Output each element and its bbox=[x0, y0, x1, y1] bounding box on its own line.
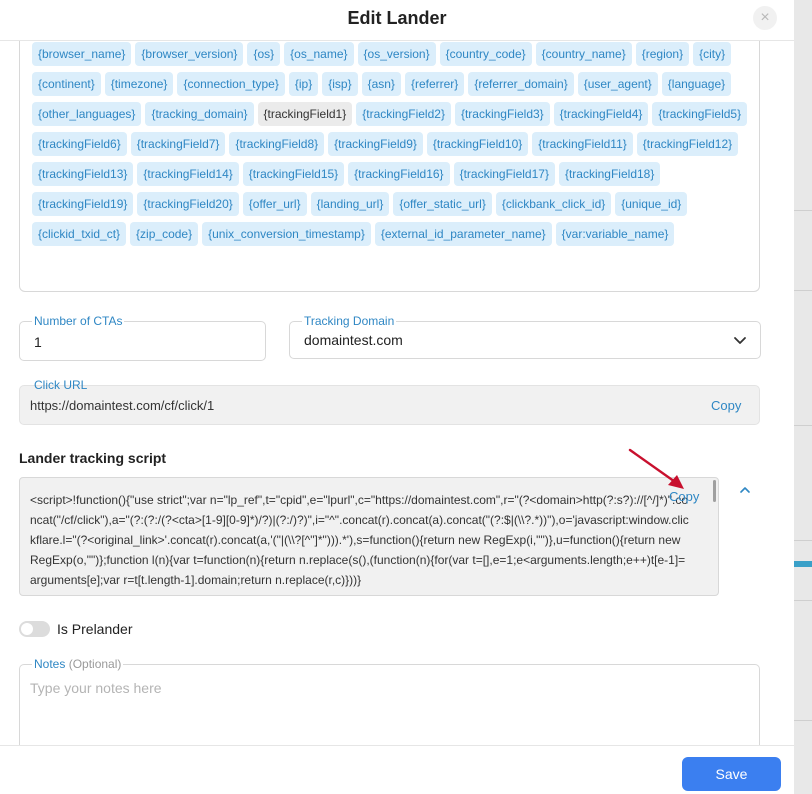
token-chip[interactable]: {trackingField6} bbox=[32, 132, 127, 156]
modal-title: Edit Lander bbox=[347, 8, 447, 28]
token-chip[interactable]: {timezone} bbox=[104, 72, 174, 96]
tracking-script-box[interactable]: <script>!function(){"use strict";var n="… bbox=[19, 477, 719, 596]
token-chip[interactable]: {browser_version} bbox=[135, 42, 244, 66]
modal-header: Edit Lander × bbox=[0, 0, 794, 41]
token-chip[interactable]: {trackingField8} bbox=[229, 132, 325, 156]
tracking-domain-value[interactable]: domaintest.com bbox=[304, 332, 403, 348]
token-chip[interactable]: {unix_conversion_timestamp} bbox=[202, 222, 371, 246]
token-chip[interactable]: {var:variable_name} bbox=[555, 222, 675, 246]
click-url-label: Click URL bbox=[34, 378, 88, 392]
token-chip[interactable]: {trackingField2} bbox=[356, 102, 451, 126]
placeholder-tokens-panel: {browser_name} {browser_version} {os} {os_n… bbox=[19, 30, 760, 292]
token-chip[interactable]: {trackingField20} bbox=[137, 192, 239, 216]
token-chip[interactable]: {city} bbox=[693, 42, 732, 66]
token-list: {browser_name} {browser_version} {os} {os_n… bbox=[32, 42, 752, 252]
token-chip[interactable]: {unique_id} bbox=[615, 192, 688, 216]
number-of-ctas-field[interactable]: Number of CTAs 1 bbox=[19, 314, 266, 361]
token-chip[interactable]: {user_agent} bbox=[577, 72, 658, 96]
token-chip[interactable]: {browser_name} bbox=[32, 42, 132, 66]
chevron-down-icon[interactable] bbox=[732, 332, 748, 348]
token-chip[interactable]: {os_version} bbox=[357, 42, 436, 66]
notes-label-text: Notes bbox=[34, 657, 66, 671]
token-chip[interactable]: {offer_url} bbox=[242, 192, 307, 216]
toggle-knob bbox=[21, 623, 33, 635]
close-icon[interactable]: × bbox=[753, 6, 777, 30]
modal-footer: Save bbox=[0, 745, 794, 794]
red-arrow-annotation-icon bbox=[628, 448, 684, 489]
token-chip[interactable]: {trackingField18} bbox=[558, 162, 661, 186]
script-scrollbar[interactable] bbox=[713, 480, 716, 502]
number-of-ctas-label: Number of CTAs bbox=[32, 314, 125, 328]
token-chip[interactable]: {other_languages} bbox=[32, 102, 142, 126]
lander-tracking-script-heading: Lander tracking script bbox=[19, 450, 167, 466]
token-chip[interactable]: {language} bbox=[661, 72, 732, 96]
token-chip[interactable]: {referrer_domain} bbox=[468, 72, 574, 96]
tracking-domain-label: Tracking Domain bbox=[302, 314, 397, 328]
token-chip[interactable]: {trackingField1} bbox=[257, 102, 353, 126]
token-chip[interactable]: {connection_type} bbox=[177, 72, 285, 96]
token-chip[interactable]: {os} bbox=[247, 42, 281, 66]
token-chip[interactable]: {clickid_txid_ct} bbox=[32, 222, 127, 246]
token-chip[interactable]: {trackingField4} bbox=[553, 102, 649, 126]
token-chip[interactable]: {offer_static_url} bbox=[393, 192, 492, 216]
token-chip[interactable]: {trackingField10} bbox=[426, 132, 529, 156]
token-chip[interactable]: {trackingField19} bbox=[32, 192, 134, 216]
token-chip[interactable]: {tracking_domain} bbox=[145, 102, 254, 126]
edit-lander-modal: {browser_name} {browser_version} {os} {os_n… bbox=[0, 0, 794, 794]
token-chip[interactable]: {trackingField17} bbox=[453, 162, 555, 186]
token-chip[interactable]: {trackingField11} bbox=[532, 132, 633, 156]
token-chip[interactable]: {referrer} bbox=[404, 72, 465, 96]
token-chip[interactable]: {trackingField7} bbox=[130, 132, 226, 156]
notes-placeholder[interactable]: Type your notes here bbox=[30, 680, 162, 696]
token-chip[interactable]: {isp} bbox=[322, 72, 358, 96]
token-chip[interactable]: {landing_url} bbox=[310, 192, 390, 216]
click-url-value: https://domaintest.com/cf/click/1 bbox=[30, 398, 215, 413]
token-chip[interactable]: {ip} bbox=[288, 72, 319, 96]
token-chip[interactable]: {trackingField9} bbox=[328, 132, 423, 156]
tracking-script-text: <script>!function(){"use strict";var n="… bbox=[30, 493, 689, 587]
is-prelander-toggle[interactable] bbox=[19, 621, 50, 637]
token-chip[interactable]: {zip_code} bbox=[130, 222, 199, 246]
background-page-edge bbox=[794, 0, 812, 794]
token-chip[interactable]: {continent} bbox=[32, 72, 101, 96]
token-chip[interactable]: {asn} bbox=[361, 72, 401, 96]
is-prelander-label: Is Prelander bbox=[57, 621, 133, 637]
token-chip[interactable]: {os_name} bbox=[284, 42, 354, 66]
save-button[interactable]: Save bbox=[682, 757, 781, 791]
chevron-up-icon[interactable] bbox=[737, 482, 753, 498]
token-chip[interactable]: {region} bbox=[635, 42, 690, 66]
token-chip[interactable]: {country_name} bbox=[535, 42, 632, 66]
token-chip[interactable]: {trackingField3} bbox=[454, 102, 550, 126]
token-chip[interactable]: {trackingField5} bbox=[652, 102, 748, 126]
notes-optional-text: (Optional) bbox=[68, 657, 122, 671]
token-chip[interactable]: {trackingField16} bbox=[348, 162, 450, 186]
token-chip[interactable]: {trackingField12} bbox=[636, 132, 739, 156]
number-of-ctas-value[interactable]: 1 bbox=[34, 334, 42, 350]
token-chip[interactable]: {clickbank_click_id} bbox=[495, 192, 612, 216]
token-chip[interactable]: {external_id_parameter_name} bbox=[374, 222, 552, 246]
click-url-field: Click URL https://domaintest.com/cf/clic… bbox=[19, 378, 760, 425]
token-chip[interactable]: {trackingField15} bbox=[242, 162, 345, 186]
copy-click-url-button[interactable]: Copy bbox=[711, 398, 741, 413]
notes-label: Notes (Optional) bbox=[32, 657, 124, 671]
token-chip[interactable]: {trackingField13} bbox=[32, 162, 134, 186]
token-chip[interactable]: {country_code} bbox=[439, 42, 532, 66]
token-chip[interactable]: {trackingField14} bbox=[137, 162, 239, 186]
tracking-domain-select[interactable]: Tracking Domain domaintest.com bbox=[289, 314, 761, 359]
